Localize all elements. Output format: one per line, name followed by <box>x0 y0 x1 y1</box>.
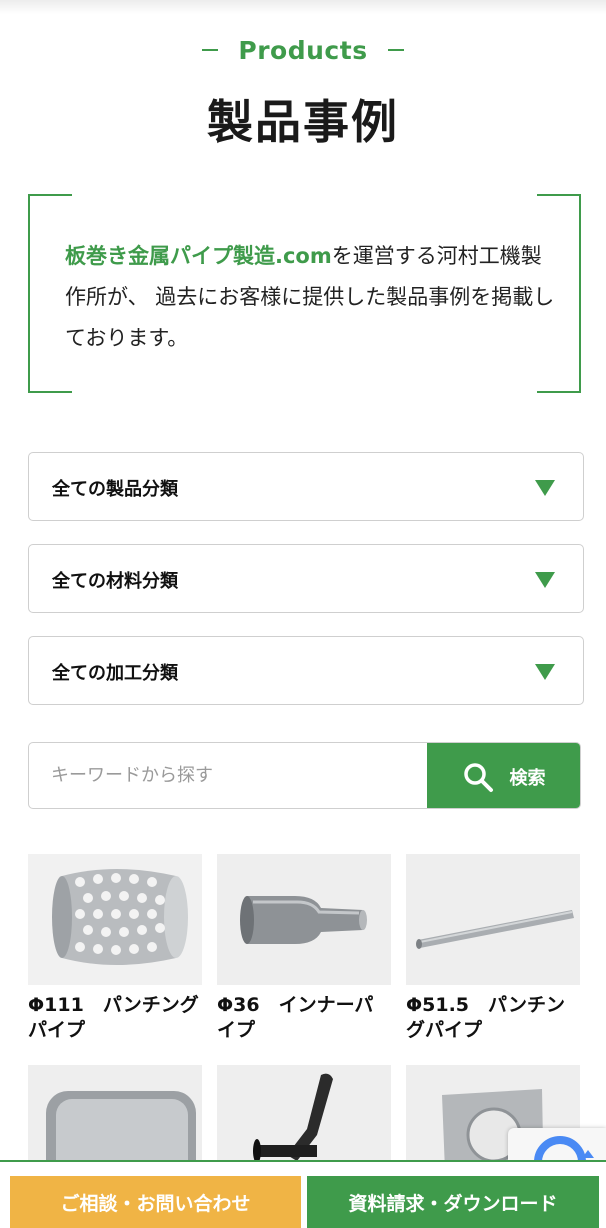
search-form: 検索 <box>28 742 581 809</box>
divider-right <box>387 49 404 51</box>
search-input[interactable] <box>29 743 429 807</box>
triangle-down-icon <box>535 664 555 680</box>
product-image-punching-pipe[interactable] <box>28 854 202 985</box>
product-name[interactable]: Φ111 パンチングパイプ <box>28 993 202 1043</box>
consult-button[interactable]: ご相談・お問い合わせ <box>10 1176 301 1228</box>
material-category-label: 全ての材料分類 <box>52 571 178 592</box>
document-request-button[interactable]: 資料請求・ダウンロード <box>307 1176 599 1228</box>
triangle-down-icon <box>535 572 555 588</box>
process-category-label: 全ての加工分類 <box>52 663 178 684</box>
product-category-label: 全ての製品分類 <box>52 479 178 500</box>
section-en-text: Products <box>238 36 368 65</box>
triangle-down-icon <box>535 480 555 496</box>
intro-box: 板巻き金属パイプ製造.comを運営する河村工機製作所が、 過去にお客様に提供した… <box>28 194 581 393</box>
product-image-inner-pipe[interactable] <box>217 854 391 985</box>
divider-left <box>202 49 219 51</box>
product-category-select[interactable]: 全ての製品分類 <box>28 452 584 521</box>
page-title: 製品事例 <box>207 95 399 149</box>
product-name[interactable]: Φ36 インナーパイプ <box>217 993 391 1043</box>
intro-highlight: 板巻き金属パイプ製造.com <box>65 244 332 268</box>
intro-text: 板巻き金属パイプ製造.comを運営する河村工機製作所が、 過去にお客様に提供した… <box>65 236 555 359</box>
product-card[interactable]: Φ51.5 パンチングパイプ <box>406 854 580 1043</box>
product-name[interactable]: Φ51.5 パンチングパイプ <box>406 993 580 1043</box>
bottom-cta-bar: ご相談・お問い合わせ 資料請求・ダウンロード <box>0 1160 606 1228</box>
process-category-select[interactable]: 全ての加工分類 <box>28 636 584 705</box>
product-image-punching-pipe-long[interactable] <box>406 854 580 985</box>
product-card[interactable]: Φ36 インナーパイプ <box>217 854 391 1043</box>
product-card[interactable]: Φ111 パンチングパイプ <box>28 854 202 1043</box>
search-button[interactable]: 検索 <box>427 743 580 808</box>
header-shadow <box>0 0 606 14</box>
search-button-label: 検索 <box>509 767 546 789</box>
search-icon <box>463 762 493 792</box>
section-label: Products <box>0 36 606 65</box>
material-category-select[interactable]: 全ての材料分類 <box>28 544 584 613</box>
